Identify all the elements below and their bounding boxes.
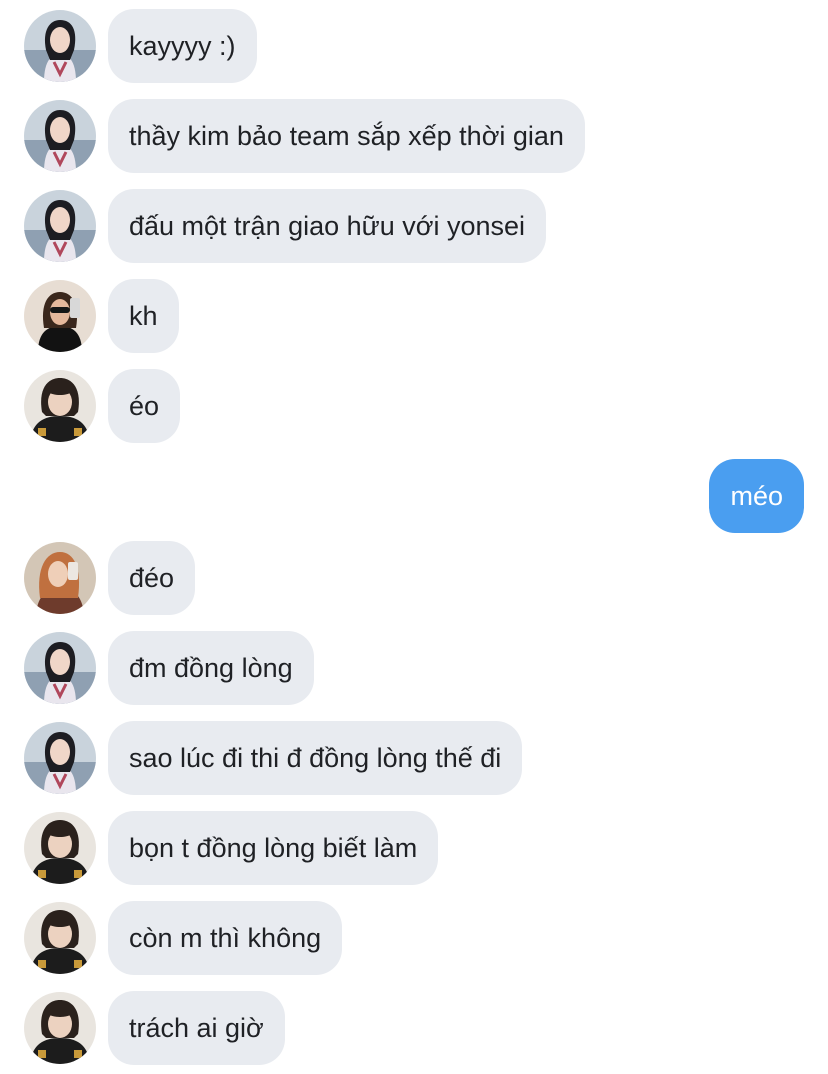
message-bubble[interactable]: sao lúc đi thi đ đồng lòng thế đi	[108, 721, 523, 795]
message-bubble[interactable]: thầy kim bảo team sắp xếp thời gian	[108, 99, 585, 173]
avatar-user-d[interactable]	[24, 542, 96, 614]
avatar-user-c[interactable]	[24, 992, 96, 1064]
message-row: đấu một trận giao hữu với yonsei	[0, 189, 828, 263]
message-row: đéo	[0, 541, 828, 615]
avatar-user-c[interactable]	[24, 812, 96, 884]
message-row: sao lúc đi thi đ đồng lòng thế đi	[0, 721, 828, 795]
avatar-user-a[interactable]	[24, 10, 96, 82]
message-bubble[interactable]: éo	[108, 369, 181, 443]
message-row: đm đồng lòng	[0, 631, 828, 705]
avatar-user-c[interactable]	[24, 370, 96, 442]
outgoing-message-bubble[interactable]: méo	[709, 459, 804, 533]
message-row: thầy kim bảo team sắp xếp thời gian	[0, 99, 828, 173]
message-row: éo	[0, 369, 828, 443]
avatar-user-a[interactable]	[24, 100, 96, 172]
message-bubble[interactable]: kh	[108, 279, 179, 353]
avatar-user-c[interactable]	[24, 902, 96, 974]
message-bubble[interactable]: kayyyy :)	[108, 9, 257, 83]
message-row: trách ai giờ	[0, 991, 828, 1065]
message-row: kayyyy :)	[0, 9, 828, 83]
avatar-user-a[interactable]	[24, 632, 96, 704]
chat-thread: kayyyy :) thầy kim bảo team sắp xếp thời…	[0, 0, 828, 1074]
message-bubble[interactable]: đm đồng lòng	[108, 631, 314, 705]
message-row: bọn t đồng lòng biết làm	[0, 811, 828, 885]
message-bubble[interactable]: trách ai giờ	[108, 991, 285, 1065]
message-row-outgoing: méo	[0, 459, 828, 533]
message-row: kh	[0, 279, 828, 353]
message-bubble[interactable]: bọn t đồng lòng biết làm	[108, 811, 439, 885]
message-bubble[interactable]: còn m thì không	[108, 901, 343, 975]
message-bubble[interactable]: đéo	[108, 541, 196, 615]
avatar-user-a[interactable]	[24, 722, 96, 794]
message-bubble[interactable]: đấu một trận giao hữu với yonsei	[108, 189, 546, 263]
avatar-user-b[interactable]	[24, 280, 96, 352]
message-row: còn m thì không	[0, 901, 828, 975]
avatar-user-a[interactable]	[24, 190, 96, 262]
